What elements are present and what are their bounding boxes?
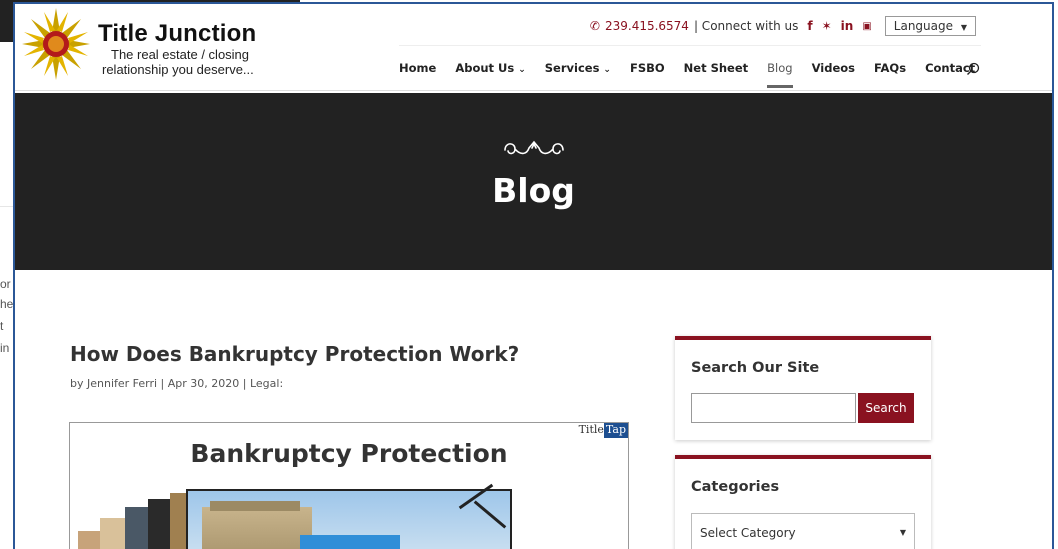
top-bar: ✆ 239.415.6574 | Connect with us f ✶ in …: [590, 16, 976, 36]
search-widget: Search Our Site Search: [675, 336, 931, 440]
nav-item-blog[interactable]: Blog: [767, 61, 794, 88]
youtube-icon[interactable]: ▣: [862, 21, 871, 32]
nav-item-services[interactable]: Services ⌄: [545, 61, 611, 75]
select-value: Select Category: [700, 526, 796, 540]
nav-label: Services: [544, 61, 600, 75]
nav-item-net-sheet[interactable]: Net Sheet: [684, 61, 749, 75]
background-text: t: [0, 319, 4, 333]
phone-number[interactable]: 239.415.6574: [605, 19, 689, 33]
logo-title[interactable]: Title Junction: [98, 20, 256, 48]
category-select[interactable]: Select Category ▼: [691, 513, 915, 549]
logo-tagline-line: The real estate / closing: [111, 47, 250, 62]
widget-title: Categories: [691, 479, 780, 495]
widget-title: Search Our Site: [691, 360, 820, 376]
search-input[interactable]: [691, 393, 856, 423]
titletap-logo: Title Tap: [578, 423, 628, 438]
logo-tagline: The real estate / closing relationship y…: [102, 47, 254, 77]
phone-icon: ✆: [589, 19, 600, 33]
page-title: Blog: [492, 171, 575, 210]
brand-text-highlight: Tap: [603, 423, 628, 438]
hero-banner: Blog: [15, 93, 1052, 270]
language-select[interactable]: Language ▼: [884, 16, 976, 36]
background-page-fragment: or he t in: [0, 206, 14, 548]
featured-image[interactable]: Title Tap Bankruptcy Protection: [69, 422, 629, 549]
language-label: Language: [893, 19, 954, 33]
search-icon[interactable]: [966, 62, 980, 76]
building-roof: [210, 501, 300, 511]
nav-label: Net Sheet: [683, 61, 749, 75]
nav-label: About Us: [455, 61, 515, 75]
facebook-icon[interactable]: f: [807, 19, 812, 33]
header-bottom-border: [15, 90, 1052, 91]
chevron-down-icon: ⌄: [603, 65, 611, 75]
sun-logo-icon[interactable]: [20, 6, 92, 84]
search-button[interactable]: Search: [858, 393, 914, 423]
nav-item-home[interactable]: Home: [399, 61, 436, 75]
linkedin-icon[interactable]: in: [841, 19, 854, 33]
main-nav: Home About Us ⌄ Services ⌄ FSBO Net Sheet …: [399, 61, 994, 88]
background-text: or: [0, 277, 11, 291]
nav-label: Home: [399, 61, 437, 75]
nav-item-videos[interactable]: Videos: [812, 61, 855, 75]
header-divider: [399, 45, 981, 46]
image-heading: Bankruptcy Protection: [190, 439, 508, 468]
logo-tagline-line: relationship you deserve...: [102, 62, 254, 77]
connect-text: | Connect with us: [693, 19, 799, 33]
site-header: Title Junction The real estate / closing…: [15, 4, 1052, 94]
post-title[interactable]: How Does Bankruptcy Protection Work?: [70, 342, 519, 366]
nav-item-fsbo[interactable]: FSBO: [630, 61, 665, 75]
twitter-icon[interactable]: ✶: [822, 19, 832, 33]
building-shape: [202, 507, 312, 549]
chevron-down-icon: ▼: [899, 528, 906, 537]
ornament-icon: [503, 140, 564, 155]
nav-item-about-us[interactable]: About Us ⌄: [455, 61, 525, 75]
brand-text: Title: [578, 423, 604, 436]
nav-label: FSBO: [629, 61, 665, 75]
nav-label: Videos: [811, 61, 855, 75]
nav-label: FAQs: [874, 61, 907, 75]
post-meta: by Jennifer Ferri | Apr 30, 2020 | Legal…: [70, 377, 284, 390]
chevron-down-icon: ⌄: [518, 65, 526, 75]
categories-widget: Categories Select Category ▼: [675, 455, 931, 549]
nav-label: Blog: [767, 61, 793, 75]
background-text: he: [0, 297, 14, 311]
nav-item-faqs[interactable]: FAQs: [874, 61, 906, 75]
chevron-down-icon: ▼: [960, 23, 967, 32]
background-text: in: [0, 341, 10, 355]
browser-window: Title Junction The real estate / closing…: [13, 2, 1054, 549]
